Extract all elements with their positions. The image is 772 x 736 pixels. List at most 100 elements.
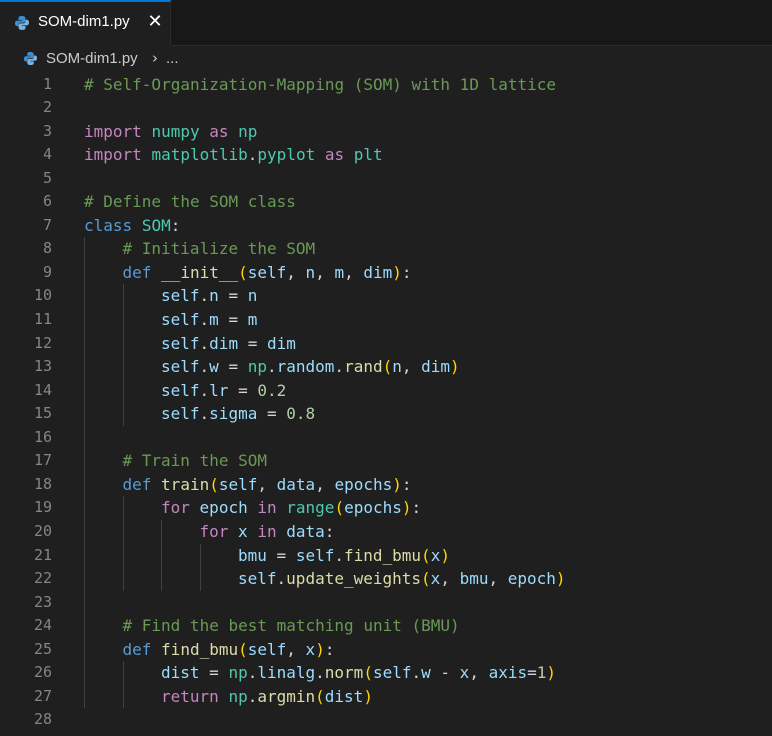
code-token: ( xyxy=(315,686,325,706)
code-token: self xyxy=(161,333,200,353)
code-token: . xyxy=(334,357,345,377)
code-line[interactable]: self.update_weights(x, bmu, epoch) xyxy=(238,567,566,591)
code-editor[interactable]: 1 2 3 4 5 6 7 8 9 10 11 12 13 14 15 16 17 18 19 20 21 22 23 24 2… xyxy=(0,72,772,736)
indent-guide xyxy=(122,661,124,709)
code-token: self xyxy=(161,380,200,400)
code-token: epoch xyxy=(507,569,556,589)
code-token: self xyxy=(238,569,277,589)
code-token: for xyxy=(161,498,190,518)
code-token: range xyxy=(286,498,335,518)
indent-guide xyxy=(199,543,201,591)
code-line[interactable]: return np.argmin(dist) xyxy=(161,685,373,709)
code-token: epoch xyxy=(199,498,248,518)
code-token: 0.2 xyxy=(257,380,287,400)
code-token: self xyxy=(161,286,200,306)
code-line[interactable]: def find_bmu(self, x): xyxy=(123,638,335,662)
code-line[interactable]: # Train the SOM xyxy=(123,449,268,473)
indent-guide xyxy=(122,496,124,591)
breadcrumb-file[interactable]: SOM-dim1.py xyxy=(46,50,138,67)
code-line[interactable]: bmu = self.find_bmu(x) xyxy=(238,544,450,568)
code-token: ( xyxy=(421,545,431,565)
code-token: . xyxy=(199,286,210,306)
line-number: 8 xyxy=(42,239,52,258)
code-token: return xyxy=(161,686,219,706)
code-token: x xyxy=(238,521,248,541)
code-token: data xyxy=(276,474,316,494)
code-token: def xyxy=(122,474,152,494)
code-token: ) xyxy=(450,357,460,377)
code-token: . xyxy=(199,333,210,353)
code-line[interactable]: def train(self, data, epochs): xyxy=(123,473,412,497)
code-token: lr xyxy=(209,380,229,400)
code-token: bmu xyxy=(459,569,489,589)
line-number: 6 xyxy=(42,192,52,211)
code-token: , xyxy=(286,639,306,659)
code-token: w xyxy=(421,663,431,683)
code-token: def xyxy=(122,639,152,659)
code-line[interactable]: # Initialize the SOM xyxy=(123,237,316,261)
code-token: = xyxy=(218,357,248,377)
code-token: import xyxy=(84,121,142,141)
code-line[interactable]: import matplotlib.pyplot as plt xyxy=(84,143,383,167)
code-token: . xyxy=(411,663,422,683)
code-line[interactable]: # Find the best matching unit (BMU) xyxy=(123,614,460,638)
code-token: . xyxy=(334,545,344,565)
line-number: 18 xyxy=(33,474,52,493)
code-token: = xyxy=(228,380,258,400)
code-line[interactable]: self.m = m xyxy=(161,308,257,332)
code-token: = xyxy=(218,310,248,329)
code-token: - xyxy=(430,663,460,683)
code-line[interactable]: self.w = np.random.rand(n, dim) xyxy=(161,355,460,379)
code-token: as xyxy=(324,145,345,165)
code-token: : xyxy=(401,262,412,282)
close-icon[interactable]: ✕ xyxy=(146,11,164,33)
code-token: # Initialize the SOM xyxy=(122,239,316,259)
breadcrumb-symbols[interactable]: ... xyxy=(166,50,179,67)
code-line[interactable]: # Define the SOM class xyxy=(84,190,296,214)
code-line[interactable]: import numpy as np xyxy=(84,120,257,144)
indent-guide xyxy=(122,284,124,426)
code-line[interactable]: self.lr = 0.2 xyxy=(161,379,286,403)
code-line[interactable]: for x in data: xyxy=(200,520,335,544)
code-token: def xyxy=(122,262,152,282)
code-line[interactable]: self.dim = dim xyxy=(161,332,296,356)
code-token: np xyxy=(228,686,248,706)
code-line[interactable]: self.n = n xyxy=(161,284,257,308)
code-line[interactable]: dist = np.linalg.norm(self.w - x, axis=1… xyxy=(161,661,556,685)
code-token: . xyxy=(276,569,287,589)
code-token: : xyxy=(170,215,181,235)
code-token: , xyxy=(286,262,306,282)
code-line[interactable]: self.sigma = 0.8 xyxy=(161,402,315,426)
line-number: 19 xyxy=(33,498,52,517)
code-token: # Define the SOM class xyxy=(84,192,296,212)
tab-label: SOM-dim1.py xyxy=(38,13,130,30)
code-token: x xyxy=(430,545,441,565)
code-token: = xyxy=(199,663,229,683)
code-token: pyplot xyxy=(257,145,316,165)
line-number: 27 xyxy=(33,686,52,705)
code-line[interactable]: # Self-Organization-Mapping (SOM) with 1… xyxy=(84,73,556,97)
tab-som-dim1[interactable]: SOM-dim1.py ✕ xyxy=(0,0,171,46)
code-token: epochs xyxy=(344,498,402,518)
code-token: norm xyxy=(324,663,364,683)
code-line[interactable]: def __init__(self, n, m, dim): xyxy=(123,261,412,285)
code-token: dim xyxy=(363,262,393,282)
code-token: as xyxy=(209,121,229,141)
code-line[interactable]: class SOM: xyxy=(84,214,180,238)
code-token: x xyxy=(459,663,470,683)
code-token: : xyxy=(411,498,422,518)
python-file-icon xyxy=(23,51,38,66)
code-token: np xyxy=(238,121,258,141)
code-line[interactable]: for epoch in range(epochs): xyxy=(161,496,421,520)
code-token: # Self-Organization-Mapping (SOM) with 1… xyxy=(84,74,557,94)
line-number: 15 xyxy=(33,404,52,423)
